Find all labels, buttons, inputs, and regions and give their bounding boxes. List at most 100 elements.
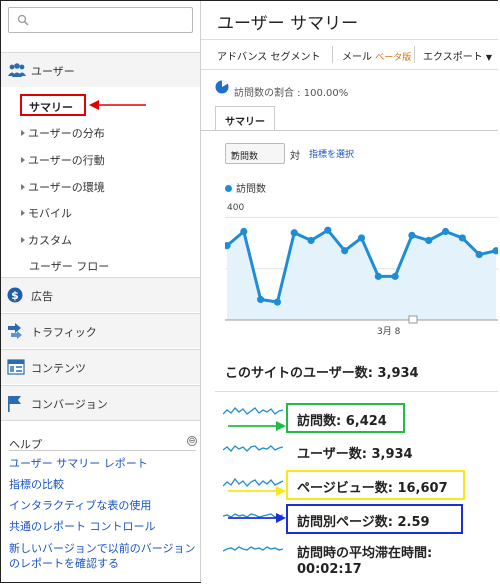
expand-arrow-icon xyxy=(21,130,25,136)
data-point[interactable] xyxy=(257,295,265,304)
data-point[interactable] xyxy=(374,272,382,280)
sidebar-item-user-environment[interactable]: ユーザーの環境 xyxy=(21,179,105,195)
ads-icon: $ xyxy=(7,287,23,303)
sidebar-section-label: ユーザー xyxy=(31,65,75,78)
versus-label: 対 xyxy=(290,151,300,162)
visit-ratio: 訪問数の割合 : 100.00% xyxy=(234,88,349,99)
data-point[interactable] xyxy=(290,229,298,237)
sidebar-item-label: ユーザー フロー xyxy=(29,260,110,273)
data-point[interactable] xyxy=(357,234,366,242)
expand-arrow-icon xyxy=(21,184,25,190)
page-title: ユーザー サマリー xyxy=(217,14,359,34)
sparkline-icon xyxy=(223,546,283,552)
expand-arrow-icon xyxy=(21,210,25,216)
sidebar-section-users[interactable]: ユーザー xyxy=(1,52,200,87)
sidebar-section-conversion[interactable]: コンバージョン xyxy=(1,385,200,421)
export-button[interactable]: エクスポート ▼ xyxy=(423,48,492,63)
users-icon xyxy=(8,63,26,77)
sidebar-item-summary[interactable]: サマリー xyxy=(20,94,86,116)
divider xyxy=(414,46,415,63)
search-icon xyxy=(17,14,29,26)
stat-pageviews: ページビュー数: 16,607 xyxy=(297,481,448,496)
data-point[interactable] xyxy=(458,234,466,242)
sidebar-item-user-behavior[interactable]: ユーザーの行動 xyxy=(21,152,105,168)
visits-chart[interactable] xyxy=(225,196,498,326)
stat-visits: 訪問数: 6,424 xyxy=(297,414,387,429)
divider xyxy=(201,130,498,131)
stat-users: ユーザー数: 3,934 xyxy=(297,447,413,462)
help-link-compare-metrics[interactable]: 指標の比較 xyxy=(9,477,199,492)
data-point[interactable] xyxy=(441,227,450,236)
sidebar-item-user-flow[interactable]: ユーザー フロー xyxy=(29,258,109,274)
red-arrow-icon xyxy=(89,100,146,110)
data-point[interactable] xyxy=(391,272,399,280)
divider xyxy=(332,46,333,63)
help-link-interactive-table[interactable]: インタラクティブな表の使用 xyxy=(9,498,199,513)
sidebar-item-label: サマリー xyxy=(29,101,73,114)
stat-avg-duration-label: 訪問時の平均滞在時間: xyxy=(297,546,433,561)
legend-dot xyxy=(225,185,232,192)
sparkline-icon xyxy=(223,445,283,452)
data-point[interactable] xyxy=(324,226,332,234)
data-point[interactable] xyxy=(273,298,282,306)
email-button[interactable]: メール ベータ版 xyxy=(342,48,411,63)
help-link-user-summary[interactable]: ユーザー サマリー レポート xyxy=(9,456,199,471)
sidebar-item-label: モバイル xyxy=(28,207,72,220)
legend-label: 訪問数 xyxy=(236,184,266,195)
pie-icon xyxy=(215,80,229,94)
annotation-marker-icon[interactable] xyxy=(408,315,418,324)
toolbar: アドバンス セグメント メール ベータ版 エクスポート ▼ xyxy=(201,39,498,70)
series-area xyxy=(227,230,496,320)
beta-badge: ベータ版 xyxy=(375,53,412,63)
tab-label: サマリー xyxy=(225,117,265,128)
stat-pages-per-visit: 訪問別ページ数: 2.59 xyxy=(297,515,430,530)
advanced-segment-button[interactable]: アドバンス セグメント xyxy=(217,48,320,63)
sidebar: ユーザー サマリー ユーザーの分布 ユーザーの行動 ユーザーの環境 モバイル カ… xyxy=(1,1,201,582)
sidebar-section-traffic[interactable]: トラフィック xyxy=(1,313,200,348)
search-input[interactable] xyxy=(8,7,193,33)
data-point[interactable] xyxy=(341,247,349,255)
data-point[interactable] xyxy=(475,250,483,259)
data-point[interactable] xyxy=(240,227,248,236)
blue-arrow-icon xyxy=(228,513,286,523)
sidebar-item-label: カスタム xyxy=(28,234,72,247)
expand-arrow-icon xyxy=(21,157,25,163)
sidebar-section-label: コンバージョン xyxy=(31,398,108,411)
export-label: エクスポート xyxy=(423,52,483,63)
help-link-previous-version[interactable]: 新しいバージョンで以前のバージョンのレポートを確認する xyxy=(9,541,199,571)
sidebar-item-label: ユーザーの行動 xyxy=(28,154,105,167)
select-metric-link[interactable]: 指標を選択 xyxy=(309,147,354,160)
main-panel: ユーザー サマリー アドバンス セグメント メール ベータ版 エクスポート ▼ … xyxy=(201,1,498,583)
stat-avg-duration-value: 00:02:17 xyxy=(297,562,362,577)
svg-text:$: $ xyxy=(11,289,19,302)
sidebar-section-content[interactable]: コンテンツ xyxy=(1,349,200,384)
content-icon xyxy=(7,359,25,375)
divider xyxy=(215,391,498,392)
sidebar-section-label: 広告 xyxy=(31,290,53,303)
divider xyxy=(9,450,196,451)
sidebar-item-label: ユーザーの分布 xyxy=(28,127,105,140)
email-label: メール xyxy=(342,52,372,63)
tab-summary[interactable]: サマリー xyxy=(215,106,275,131)
data-point[interactable] xyxy=(425,236,433,245)
conversion-flag-icon xyxy=(8,396,21,412)
chevron-down-icon: ▼ xyxy=(485,53,493,62)
sidebar-section-label: コンテンツ xyxy=(31,362,86,375)
green-arrow-icon xyxy=(228,421,286,431)
sidebar-item-custom[interactable]: カスタム xyxy=(21,232,72,248)
x-tick-label: 3月 8 xyxy=(377,327,401,337)
help-collapse-icon[interactable]: ⊖ xyxy=(187,436,197,446)
metric-select[interactable]: 訪問数 xyxy=(225,143,285,164)
sidebar-item-user-distribution[interactable]: ユーザーの分布 xyxy=(21,125,105,141)
traffic-icon xyxy=(8,323,22,339)
yellow-arrow-icon xyxy=(228,486,286,496)
data-point[interactable] xyxy=(307,236,315,245)
sidebar-item-label: ユーザーの環境 xyxy=(28,181,105,194)
sidebar-item-mobile[interactable]: モバイル xyxy=(21,205,72,221)
chart-legend: 訪問数 xyxy=(225,180,266,195)
expand-arrow-icon xyxy=(21,237,25,243)
data-point[interactable] xyxy=(408,231,416,239)
help-link-report-controls[interactable]: 共通のレポート コントロール xyxy=(9,519,199,534)
sidebar-section-ads[interactable]: $ 広告 xyxy=(1,277,200,312)
sidebar-section-label: トラフィック xyxy=(31,326,97,339)
